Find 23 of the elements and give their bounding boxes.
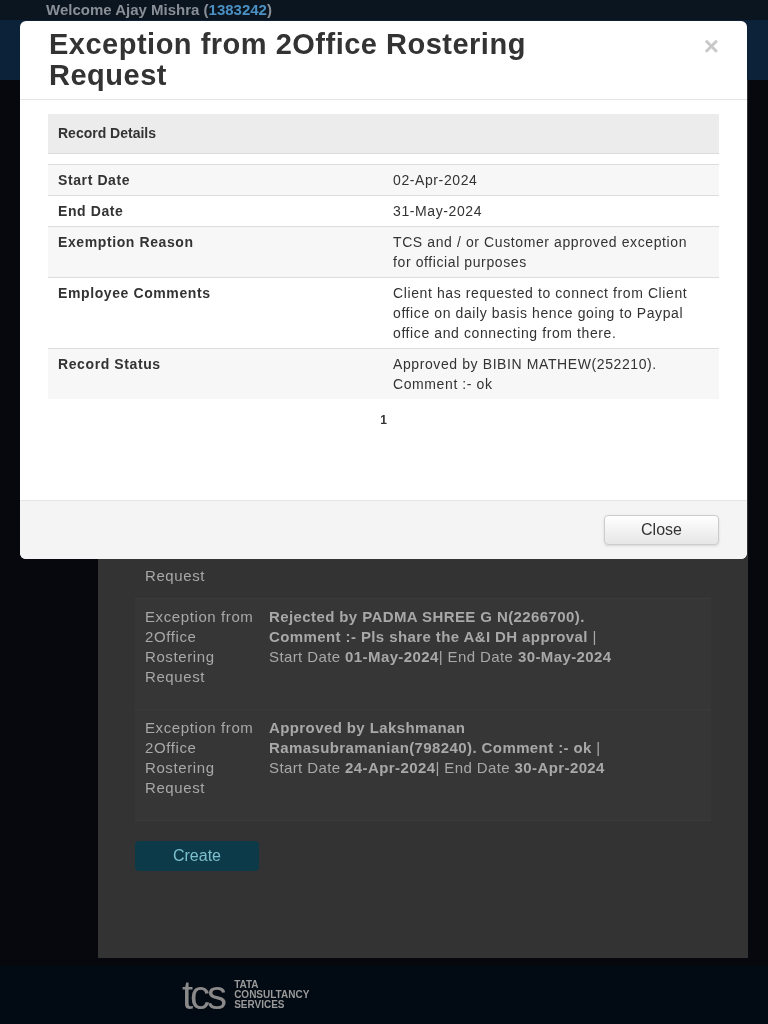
detail-label: Employee Comments xyxy=(57,284,212,303)
detail-value: Approved by BIBIN MATHEW(252210). Comment :- ok xyxy=(393,355,658,394)
detail-value: 02-Apr-2024 xyxy=(393,171,479,190)
request-status: Rejected by PADMA SHREE G N(2266700). Comment :- Pls share the A&I DH approval | Start Date 01-May-2024| End Date 30-May-2024 xyxy=(269,607,613,667)
request-type: Exception from 2Office Rostering Request xyxy=(145,718,255,798)
detail-label: End Date xyxy=(57,202,125,221)
page-number: 1 xyxy=(380,413,387,427)
create-button[interactable]: Create xyxy=(135,841,259,871)
section-header: Record Details xyxy=(48,114,719,154)
company-name: TATA CONSULTANCY SERVICES xyxy=(234,980,310,1010)
close-button[interactable]: Close xyxy=(604,515,719,545)
welcome-text: Welcome Ajay Mishra (1383242) xyxy=(46,0,272,20)
request-type: Exception from 2Office Rostering Request xyxy=(145,607,255,687)
detail-value: Client has requested to connect from Client office on daily basis hence going to Paypal office and connecting from there. xyxy=(393,284,689,343)
detail-label: Start Date xyxy=(57,171,132,190)
detail-label: Exemption Reason xyxy=(57,233,195,252)
detail-value: TCS and / or Customer approved exception for official purposes xyxy=(393,233,689,272)
request-type: Request xyxy=(144,566,207,586)
detail-value: 31-May-2024 xyxy=(393,202,484,221)
tcs-logo: tcs xyxy=(182,975,225,1015)
modal-title: Exception from 2Office Rostering Request xyxy=(49,29,527,91)
request-status: Approved by Lakshmanan Ramasubramanian(798240). Comment :- ok | Start Date 24-Apr-2024| End Date 30-Apr-2024 xyxy=(269,718,606,778)
detail-label: Record Status xyxy=(57,355,162,374)
